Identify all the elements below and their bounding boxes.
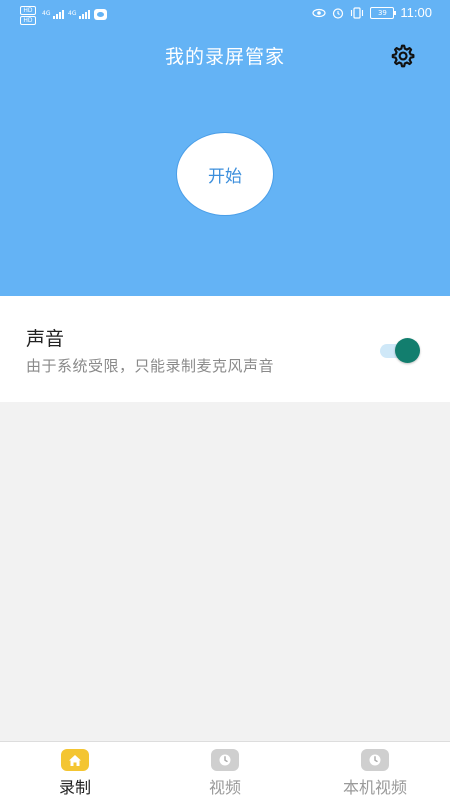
message-icon [94,9,107,20]
signal-label: 4G [68,10,77,17]
signal-icon: 4G [68,10,91,19]
status-right: 39 11:00 [312,5,432,20]
gear-icon [391,44,415,68]
nav-label: 视频 [208,778,241,797]
hd-badge: HD [20,6,36,15]
nav-item-record[interactable]: 录制 [0,742,150,800]
eye-icon [312,8,327,17]
clock-time: 11:00 [400,5,432,20]
nav-item-local-videos[interactable]: 本机视频 [300,742,450,800]
signal-label: 4G [42,10,51,17]
settings-button[interactable] [386,40,418,72]
sound-description: 由于系统受限，只能录制麦克风声音 [26,357,275,375]
bottom-navigation: 录制 视频 本机视频 [0,741,450,800]
nav-label: 本机视频 [342,778,407,797]
hd-badge: HD [20,16,36,25]
battery-icon: 39 [370,6,397,19]
clock-icon [361,749,389,771]
sound-settings-panel: 声音 由于系统受限，只能录制麦克风声音 [0,296,450,402]
alarm-icon [333,7,344,19]
vibrate-icon [351,6,364,19]
clock-icon [211,749,239,771]
status-bar: HD HD 4G 4G 39 11:00 [0,0,450,30]
header-area: HD HD 4G 4G 39 11:00 我的录屏管家 开始 [0,0,450,296]
signal-icon: 4G [42,10,65,19]
hd-badges: HD HD [20,6,40,26]
nav-item-videos[interactable]: 视频 [150,742,300,800]
page-title: 我的录屏管家 [164,46,285,68]
sound-title: 声音 [26,328,65,350]
sound-toggle[interactable] [380,338,420,364]
toggle-thumb [395,338,420,363]
nav-label: 录制 [58,778,91,797]
start-button[interactable]: 开始 [176,132,274,216]
home-icon [61,749,89,771]
